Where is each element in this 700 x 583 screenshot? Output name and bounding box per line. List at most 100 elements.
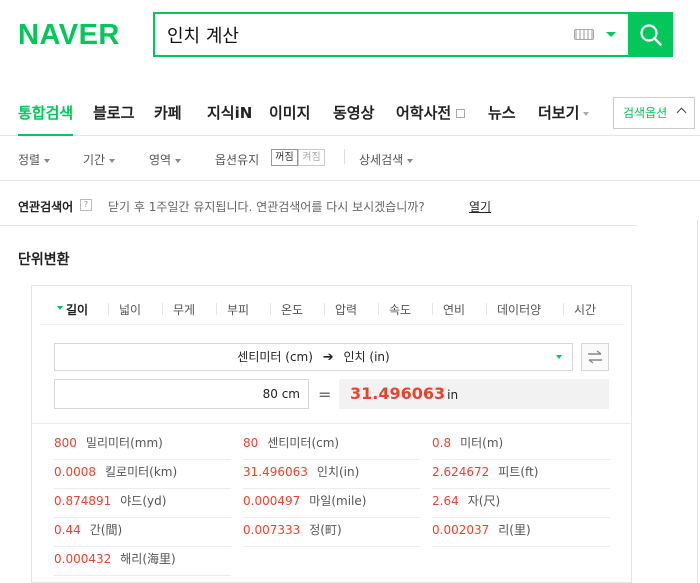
area-filter[interactable]: 영역: [149, 151, 182, 168]
sort-filter-label: 정렬: [18, 153, 41, 167]
sort-filter[interactable]: 정렬: [18, 151, 51, 168]
result-box: 31.496063 in: [339, 379, 609, 409]
tab-image[interactable]: 이미지: [269, 92, 310, 136]
chevron-up-icon: [676, 107, 687, 118]
unit-pair-select[interactable]: 센티미터 (cm) ➔ 인치 (in): [54, 343, 573, 371]
result-item-unit: 야드(yd): [120, 494, 167, 508]
period-filter[interactable]: 기간: [83, 151, 116, 168]
open-related-link[interactable]: 열기: [469, 198, 491, 215]
chevron-down-icon: [583, 111, 590, 116]
result-item: 0.44 간(間): [54, 519, 231, 547]
related-searches-message: 닫기 후 1주일간 유지됩니다. 연관검색어를 다시 보시겠습니까?: [108, 200, 425, 214]
search-tabs: 통합검색 블로그 카페 지식iN 이미지 동영상 어학사전 뉴스 더보기 검색옵…: [0, 92, 700, 136]
swap-units-button[interactable]: [581, 343, 609, 371]
toggle-off[interactable]: 꺼짐: [271, 149, 298, 166]
tab-more-label: 더보기: [538, 104, 580, 122]
keep-option-label: 옵션유지: [215, 153, 260, 167]
chevron-down-icon[interactable]: [606, 32, 616, 37]
result-item: 0.000432 해리(海里): [54, 548, 231, 576]
tab-cafe[interactable]: 카페: [154, 92, 182, 136]
tab-dictionary[interactable]: 어학사전: [396, 92, 466, 136]
result-item-unit: 미터(m): [460, 436, 504, 450]
result-item-unit: 인치(in): [316, 465, 360, 479]
search-icon: [639, 23, 662, 46]
result-item-value: 800: [54, 436, 77, 450]
result-item: 800 밀리미터(mm): [54, 432, 231, 460]
equals-sign: =: [318, 385, 332, 404]
divider: [486, 303, 487, 315]
result-item-unit: 마일(mile): [309, 494, 367, 508]
category-speed[interactable]: 속도: [389, 301, 411, 318]
divider: [432, 303, 433, 315]
result-item: 0.000497 마일(mile): [243, 490, 420, 518]
result-item-value: 0.000497: [243, 494, 301, 508]
chevron-down-icon: [109, 158, 116, 163]
category-weight[interactable]: 무게: [173, 301, 195, 318]
divider: [216, 303, 217, 315]
category-time[interactable]: 시간: [574, 301, 596, 318]
result-item-unit: 자(尺): [467, 494, 501, 508]
result-item: 2.64 자(尺): [432, 490, 610, 518]
tab-news[interactable]: 뉴스: [488, 92, 516, 136]
result-item: 80 센티미터(cm): [243, 432, 420, 460]
arrow-right-icon: ➔: [322, 350, 334, 365]
result-item-unit: 킬로미터(km): [105, 465, 178, 479]
result-item-unit: 간(間): [89, 523, 123, 537]
category-area[interactable]: 넓이: [119, 301, 141, 318]
result-item: 0.0008 킬로미터(km): [54, 461, 231, 489]
category-fuel-efficiency[interactable]: 연비: [443, 301, 465, 318]
category-data[interactable]: 데이터양: [497, 301, 541, 318]
section-title: 단위변환: [18, 252, 70, 268]
result-item-value: 0.44: [54, 523, 81, 537]
category-volume[interactable]: 부피: [227, 301, 249, 318]
tab-more[interactable]: 더보기: [538, 92, 590, 136]
divider: [162, 303, 163, 315]
unit-converter: 길이 넓이 무게 부피 온도 압력 속도 연비 데이터양 시간 센티미터 (cm…: [31, 285, 632, 583]
result-item: 0.874891 야드(yd): [54, 490, 231, 518]
divider: [563, 303, 564, 315]
from-unit: 센티미터 (cm): [237, 350, 313, 364]
result-item: 0.007333 정(町): [243, 519, 420, 547]
input-value-field[interactable]: 80 cm: [54, 379, 309, 409]
period-filter-label: 기간: [83, 153, 106, 167]
search-options-label: 검색옵션: [623, 106, 668, 120]
to-unit: 인치 (in): [343, 350, 390, 364]
divider: [324, 303, 325, 315]
chevron-down-icon: [556, 355, 562, 359]
category-pressure[interactable]: 압력: [335, 301, 357, 318]
result-item: 2.624672 피트(ft): [432, 461, 610, 489]
search-input[interactable]: [155, 14, 574, 55]
tab-video[interactable]: 동영상: [333, 92, 374, 136]
naver-logo[interactable]: NAVER: [18, 19, 120, 52]
new-window-icon: [456, 109, 466, 118]
detail-search-label: 상세검색: [359, 153, 404, 167]
category-temperature[interactable]: 온도: [281, 301, 303, 318]
result-item-value: 0.000432: [54, 552, 112, 566]
tab-kin[interactable]: 지식iN: [207, 92, 252, 136]
category-length[interactable]: 길이: [56, 301, 88, 318]
search-button[interactable]: [628, 12, 673, 57]
result-item-unit: 정(町): [309, 523, 342, 537]
result-item: 0.002037 리(里): [432, 519, 610, 547]
result-item-unit: 밀리미터(mm): [85, 436, 163, 450]
tab-blog[interactable]: 블로그: [93, 92, 134, 136]
toggle-on[interactable]: 켜짐: [298, 149, 325, 166]
swap-icon: [588, 350, 602, 364]
filter-bar: 정렬 기간 영역 옵션유지 꺼짐 켜짐 상세검색: [0, 137, 700, 181]
result-item-value: 0.0008: [54, 465, 96, 479]
search-options-button[interactable]: 검색옵션: [613, 97, 695, 129]
keyboard-icon[interactable]: [574, 29, 594, 40]
detail-search-filter[interactable]: 상세검색: [359, 151, 414, 168]
tab-integrated[interactable]: 통합검색: [18, 92, 74, 136]
keep-option-toggle[interactable]: 꺼짐 켜짐: [271, 149, 325, 166]
result-value: 31.496063: [350, 384, 446, 403]
divider: [344, 149, 345, 164]
related-searches-label: 연관검색어: [18, 200, 74, 214]
result-item-value: 80: [243, 436, 259, 450]
result-item-value: 0.874891: [54, 494, 112, 508]
divider: [32, 423, 631, 424]
result-item-unit: 해리(海里): [120, 552, 176, 566]
help-icon[interactable]: ?: [80, 199, 92, 211]
result-item-value: 31.496063: [243, 465, 308, 479]
search-box: [153, 12, 673, 57]
